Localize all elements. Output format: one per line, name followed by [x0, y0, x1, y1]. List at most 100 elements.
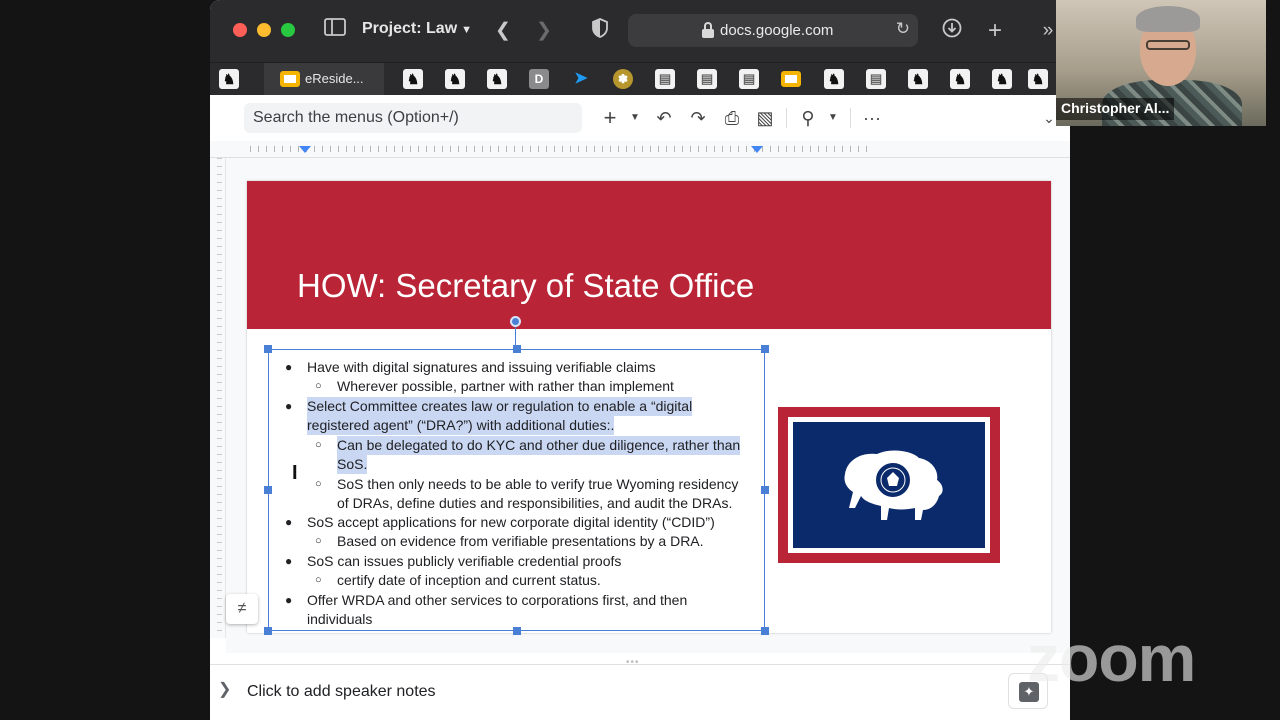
tab-group-label: Project: Law — [362, 20, 458, 37]
undo-icon[interactable]: ↶ — [652, 105, 676, 131]
resize-handle-bottom-right[interactable] — [761, 627, 769, 635]
document-icon[interactable]: ▤ — [866, 69, 886, 89]
bookmark-horse-icon[interactable]: ♞ — [950, 69, 970, 89]
bullet-text: individuals — [307, 611, 373, 627]
resize-handle-right[interactable] — [761, 486, 769, 494]
bullet-dot-icon: ● — [285, 554, 293, 568]
redo-icon[interactable]: ↷ — [686, 105, 710, 131]
zoom-magnifier-icon[interactable]: ⚲ — [796, 105, 820, 131]
bullet-text-selected: Select Committee creates law or regulati… — [307, 397, 693, 416]
twitter-bird-icon[interactable]: ➤ — [571, 69, 591, 89]
bullet-text: SoS then only needs to be able to verify… — [337, 476, 739, 492]
bullet-circle-icon: ○ — [315, 574, 322, 586]
sidebar-icon[interactable] — [322, 18, 348, 44]
document-icon[interactable]: ▤ — [697, 69, 717, 89]
toolbar-divider — [850, 108, 851, 128]
browser-titlebar: Project: Law ▼ ❮ ❯ docs.google.com ↻ + » — [210, 0, 1070, 62]
slides-toolbar: Search the menus (Option+/) + ▼ ↶ ↷ ⎙ ▧ … — [210, 95, 1070, 141]
resize-handle-top-left[interactable] — [264, 345, 272, 353]
chevron-down-icon[interactable]: ▼ — [626, 105, 644, 131]
resize-handle-top[interactable] — [513, 345, 521, 353]
format-options-icon[interactable]: ≠ — [226, 594, 258, 624]
seal-icon[interactable]: ✽ — [613, 69, 633, 89]
resize-handle-bottom[interactable] — [513, 627, 521, 635]
bullet-circle-icon: ○ — [315, 380, 322, 392]
resize-handle-top-right[interactable] — [761, 345, 769, 353]
document-icon[interactable]: ▤ — [739, 69, 759, 89]
notes-toggle-chevron-icon[interactable]: ❯ — [218, 679, 231, 699]
lock-icon — [702, 22, 714, 38]
more-options-icon[interactable]: ··· — [860, 105, 884, 131]
slide[interactable]: HOW: Secretary of State Office ● Have wit… — [247, 181, 1051, 635]
video-glasses — [1146, 40, 1190, 50]
body-text-box[interactable]: ● Have with digital signatures and issuin… — [264, 345, 769, 635]
bookmark-d-icon[interactable]: D — [529, 69, 549, 89]
minimize-window-button[interactable] — [257, 23, 271, 37]
bookmark-horse-icon[interactable]: ♞ — [403, 69, 423, 89]
document-icon[interactable]: ▤ — [655, 69, 675, 89]
slides-icon[interactable] — [781, 71, 801, 87]
browser-window: Project: Law ▼ ❮ ❯ docs.google.com ↻ + » … — [210, 0, 1070, 720]
forward-arrow-icon[interactable]: ❯ — [531, 18, 557, 44]
rotate-handle[interactable] — [510, 316, 521, 327]
bullet-text-selected: registered agent” (“DRA?”) with addition… — [307, 416, 615, 435]
slide-title[interactable]: HOW: Secretary of State Office — [297, 267, 754, 305]
flag-blue-field — [793, 422, 985, 548]
notes-resize-grip[interactable]: ••• — [626, 657, 640, 668]
new-tab-icon[interactable]: + — [982, 18, 1008, 44]
video-hair — [1136, 6, 1200, 32]
chevron-down-icon[interactable]: ▼ — [824, 105, 842, 131]
tab-group-selector[interactable]: Project: Law ▼ — [362, 20, 472, 38]
speaker-notes-panel[interactable]: ••• ❯ Click to add speaker notes ✦ — [210, 657, 1070, 720]
bullet-circle-icon: ○ — [315, 439, 322, 451]
close-window-button[interactable] — [233, 23, 247, 37]
text-cursor-icon: I — [292, 462, 298, 484]
download-icon[interactable] — [939, 18, 965, 44]
bullet-text: SoS can issues publicly verifiable crede… — [307, 553, 622, 569]
bookmark-horse-icon[interactable]: ♞ — [445, 69, 465, 89]
wyoming-flag-image[interactable] — [778, 407, 1000, 563]
resize-handle-bottom-left[interactable] — [264, 627, 272, 635]
zoom-window-button[interactable] — [281, 23, 295, 37]
bookmark-horse-icon[interactable]: ♞ — [824, 69, 844, 89]
active-bookmark-label: eReside... — [305, 71, 364, 86]
zoom-watermark: zoom — [1027, 621, 1196, 695]
bullet-text: Offer WRDA and other services to corpora… — [307, 592, 688, 608]
bullet-text: of DRAs, define duties and responsibilit… — [337, 495, 733, 511]
resize-handle-left[interactable] — [264, 486, 272, 494]
speaker-notes-placeholder[interactable]: Click to add speaker notes — [247, 683, 436, 701]
menu-search-placeholder: Search the menus (Option+/) — [253, 109, 459, 126]
back-arrow-icon[interactable]: ❮ — [490, 18, 516, 44]
bullet-text: Based on evidence from verifiable presen… — [337, 533, 704, 549]
bookmark-horse-icon[interactable]: ♞ — [487, 69, 507, 89]
url-text: docs.google.com — [720, 22, 834, 39]
bookmark-horse-icon[interactable]: ♞ — [908, 69, 928, 89]
bullet-dot-icon: ● — [285, 593, 293, 607]
bookmark-horse-icon[interactable]: ♞ — [219, 69, 239, 89]
bullet-dot-icon: ● — [285, 399, 293, 413]
bullet-text-selected: SoS. — [337, 455, 368, 474]
bookmark-horse-icon[interactable]: ♞ — [1028, 69, 1048, 89]
shield-icon[interactable] — [587, 18, 613, 44]
bullet-dot-icon: ● — [285, 515, 293, 529]
bullet-text-selected: Can be delegated to do KYC and other due… — [337, 436, 741, 455]
menu-search-input[interactable]: Search the menus (Option+/) — [244, 103, 582, 133]
horizontal-ruler[interactable] — [210, 141, 1070, 158]
bullet-text: certify date of inception and current st… — [337, 572, 601, 588]
left-indent-marker[interactable] — [299, 146, 311, 153]
bookmark-horse-icon[interactable]: ♞ — [992, 69, 1012, 89]
slides-icon — [280, 71, 300, 87]
right-indent-marker[interactable] — [751, 146, 763, 153]
participant-name-label: Christopher Al... — [1056, 98, 1175, 120]
bullet-text: Have with digital signatures and issuing… — [307, 359, 656, 375]
address-bar[interactable]: docs.google.com ↻ — [628, 14, 918, 47]
toolbar-divider — [786, 108, 787, 128]
paint-format-icon[interactable]: ▧ — [753, 105, 777, 131]
reload-icon[interactable]: ↻ — [896, 19, 910, 39]
new-slide-plus-icon[interactable]: + — [598, 105, 622, 131]
bison-icon — [844, 450, 943, 520]
print-icon[interactable]: ⎙ — [720, 105, 744, 131]
slide-title-band: HOW: Secretary of State Office — [247, 181, 1051, 329]
vertical-ruler[interactable] — [210, 158, 226, 638]
bullet-circle-icon: ○ — [315, 478, 322, 490]
